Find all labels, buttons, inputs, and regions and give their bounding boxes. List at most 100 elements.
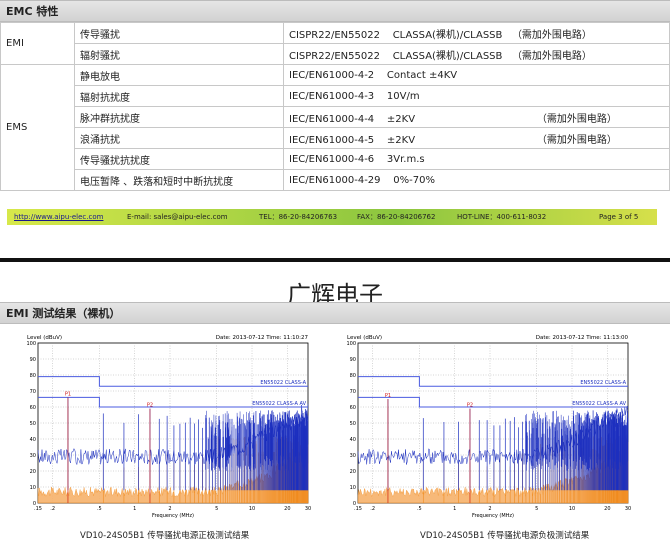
x-tick-label: 2 xyxy=(488,506,491,512)
chart-date-label: Date: 2013-07-12 Time: 11:10:27 xyxy=(216,335,309,341)
footer-bar: http://www.aipu-elec.com E-mail: sales@a… xyxy=(7,209,657,225)
limit-label: EN55022 CLASS-A AV xyxy=(252,401,306,407)
value-cell: IEC/EN61000-4-2 Contact ±4KV xyxy=(283,64,670,86)
x-tick-label: 1 xyxy=(453,506,456,512)
x-tick-label: 30 xyxy=(625,506,631,512)
chart-date-label: Date: 2013-07-12 Time: 11:13:00 xyxy=(536,335,629,341)
x-tick-label: 10 xyxy=(569,506,575,512)
emi-chart-positive: Level (dBuV) Date: 2013-07-12 Time: 11:10… xyxy=(25,330,320,520)
value-cell: IEC/EN61000-4-4 ±2KV （需加外围电路） xyxy=(283,106,670,128)
emi-chart-negative-svg: Level (dBuV) Date: 2013-07-12 Time: 11:13… xyxy=(346,335,631,519)
item-cell: 电压暂降 、跌落和短时中断抗扰度 xyxy=(74,169,284,191)
x-tick-label: 20 xyxy=(284,506,290,512)
item-cell: 静电放电 xyxy=(74,64,284,86)
x-tick-label: .2 xyxy=(370,506,375,512)
item-cell: 传导骚扰 xyxy=(74,22,284,44)
limit-label: EN55022 CLASS-A AV xyxy=(572,401,626,407)
x-tick-label: .5 xyxy=(97,506,102,512)
x-tick-label: 1 xyxy=(133,506,136,512)
y-tick-label: 50 xyxy=(350,421,356,427)
marker-label: P2 xyxy=(467,403,473,409)
standard-text: IEC/EN61000-4-6 xyxy=(289,153,375,165)
footer-hotline: HOT-LINE：400-611-8032 xyxy=(457,213,547,221)
marker-label: P1 xyxy=(65,391,71,397)
y-tick-label: 30 xyxy=(350,453,356,459)
item-cell: 辐射骚扰 xyxy=(74,43,284,65)
x-tick-label: 5 xyxy=(215,506,218,512)
marker-label: P1 xyxy=(385,393,391,399)
table-row: 脉冲群抗扰度 IEC/EN61000-4-4 ±2KV （需加外围电路） xyxy=(1,106,670,128)
emi-chart-negative: Level (dBuV) Date: 2013-07-12 Time: 11:13… xyxy=(345,330,640,520)
y-tick-label: 10 xyxy=(30,485,36,491)
y-tick-label: 20 xyxy=(350,469,356,475)
table-row: 辐射抗扰度 IEC/EN61000-4-3 10V/m xyxy=(1,85,670,107)
standard-text: IEC/EN61000-4-3 xyxy=(289,90,375,102)
y-tick-label: 40 xyxy=(30,437,36,443)
note-text: （需加外围电路） xyxy=(511,29,592,41)
y-tick-label: 80 xyxy=(350,373,356,379)
value-cell: IEC/EN61000-4-6 3Vr.m.s xyxy=(283,148,670,170)
y-tick-label: 90 xyxy=(350,357,356,363)
y-tick-label: 40 xyxy=(350,437,356,443)
value-cell: CISPR22/EN55022 CLASSA(裸机)/CLASSB （需加外围电… xyxy=(283,22,670,44)
x-tick-label: 30 xyxy=(305,506,311,512)
y-tick-label: 60 xyxy=(350,405,356,411)
footer-fax: FAX：86-20-84206762 xyxy=(357,213,436,221)
value-cell: IEC/EN61000-4-5 ±2KV （需加外围电路） xyxy=(283,127,670,149)
note-text: （需加外围电路） xyxy=(536,113,617,125)
value-cell: CISPR22/EN55022 CLASSA(裸机)/CLASSB （需加外围电… xyxy=(283,43,670,65)
y-tick-label: 100 xyxy=(26,341,36,347)
x-tick-label: .15 xyxy=(354,506,362,512)
value-text: 10V/m xyxy=(386,90,420,102)
category-ems: EMS xyxy=(0,64,75,191)
y-tick-label: 90 xyxy=(30,357,36,363)
value-text: 0%-70% xyxy=(393,174,435,186)
emi-section-title: EMI 测试结果（裸机） xyxy=(0,302,670,324)
y-tick-label: 10 xyxy=(350,485,356,491)
footer-email[interactable]: E-mail: sales@aipu-elec.com xyxy=(127,213,228,221)
value-cell: IEC/EN61000-4-29 0%-70% xyxy=(283,169,670,191)
table-row: EMI 传导骚扰 CISPR22/EN55022 CLASSA(裸机)/CLAS… xyxy=(0,22,670,65)
y-tick-label: 50 xyxy=(30,421,36,427)
item-cell: 传导骚扰抗扰度 xyxy=(74,148,284,170)
table-row: 传导骚扰抗扰度 IEC/EN61000-4-6 3Vr.m.s xyxy=(1,148,670,170)
y-tick-label: 30 xyxy=(30,453,36,459)
limit-label: EN55022 CLASS-A xyxy=(260,380,306,386)
marker-label: P2 xyxy=(147,403,153,409)
standard-text: IEC/EN61000-4-29 xyxy=(289,174,381,186)
value-text: CLASSA(裸机)/CLASSB xyxy=(392,29,503,41)
standard-text: CISPR22/EN55022 xyxy=(289,29,380,41)
item-cell: 辐射抗扰度 xyxy=(74,85,284,107)
limit-label: EN55022 CLASS-A xyxy=(580,380,626,386)
x-tick-label: 2 xyxy=(168,506,171,512)
x-tick-label: 10 xyxy=(249,506,255,512)
x-tick-label: .5 xyxy=(417,506,422,512)
chart-caption-positive: VD10-24S05B1 传导骚扰电源正极测试结果 xyxy=(80,531,250,541)
emc-section-title: EMC 特性 xyxy=(0,0,670,22)
value-cell: IEC/EN61000-4-3 10V/m xyxy=(283,85,670,107)
y-tick-label: 60 xyxy=(30,405,36,411)
table-row: EMS 静电放电 IEC/EN61000-4-2 Contact ±4KV xyxy=(0,64,670,191)
item-cell: 脉冲群抗扰度 xyxy=(74,106,284,128)
standard-text: IEC/EN61000-4-5 xyxy=(289,134,375,146)
standard-text: IEC/EN61000-4-4 xyxy=(289,113,375,125)
footer-url-link[interactable]: http://www.aipu-elec.com xyxy=(14,213,103,221)
x-tick-label: .2 xyxy=(50,506,55,512)
note-text: （需加外围电路） xyxy=(536,134,617,146)
x-tick-label: .15 xyxy=(34,506,42,512)
y-tick-label: 80 xyxy=(30,373,36,379)
value-text: 3Vr.m.s xyxy=(386,153,425,165)
item-cell: 浪涌抗扰 xyxy=(74,127,284,149)
table-row: 电压暂降 、跌落和短时中断抗扰度 IEC/EN61000-4-29 0%-70% xyxy=(1,169,670,191)
x-tick-label: 5 xyxy=(535,506,538,512)
table-row: 辐射骚扰 CISPR22/EN55022 CLASSA(裸机)/CLASSB （… xyxy=(1,43,670,65)
y-tick-label: 70 xyxy=(350,389,356,395)
value-text: CLASSA(裸机)/CLASSB xyxy=(392,50,503,62)
emi-chart-positive-svg: Level (dBuV) Date: 2013-07-12 Time: 11:10… xyxy=(26,335,311,519)
x-axis-label: Frequency (MHz) xyxy=(472,513,514,519)
emc-spec-table: EMI 传导骚扰 CISPR22/EN55022 CLASSA(裸机)/CLAS… xyxy=(0,22,670,191)
page-divider xyxy=(0,258,670,262)
category-emi: EMI xyxy=(0,22,75,65)
x-tick-label: 20 xyxy=(604,506,610,512)
y-tick-label: 100 xyxy=(346,341,356,347)
